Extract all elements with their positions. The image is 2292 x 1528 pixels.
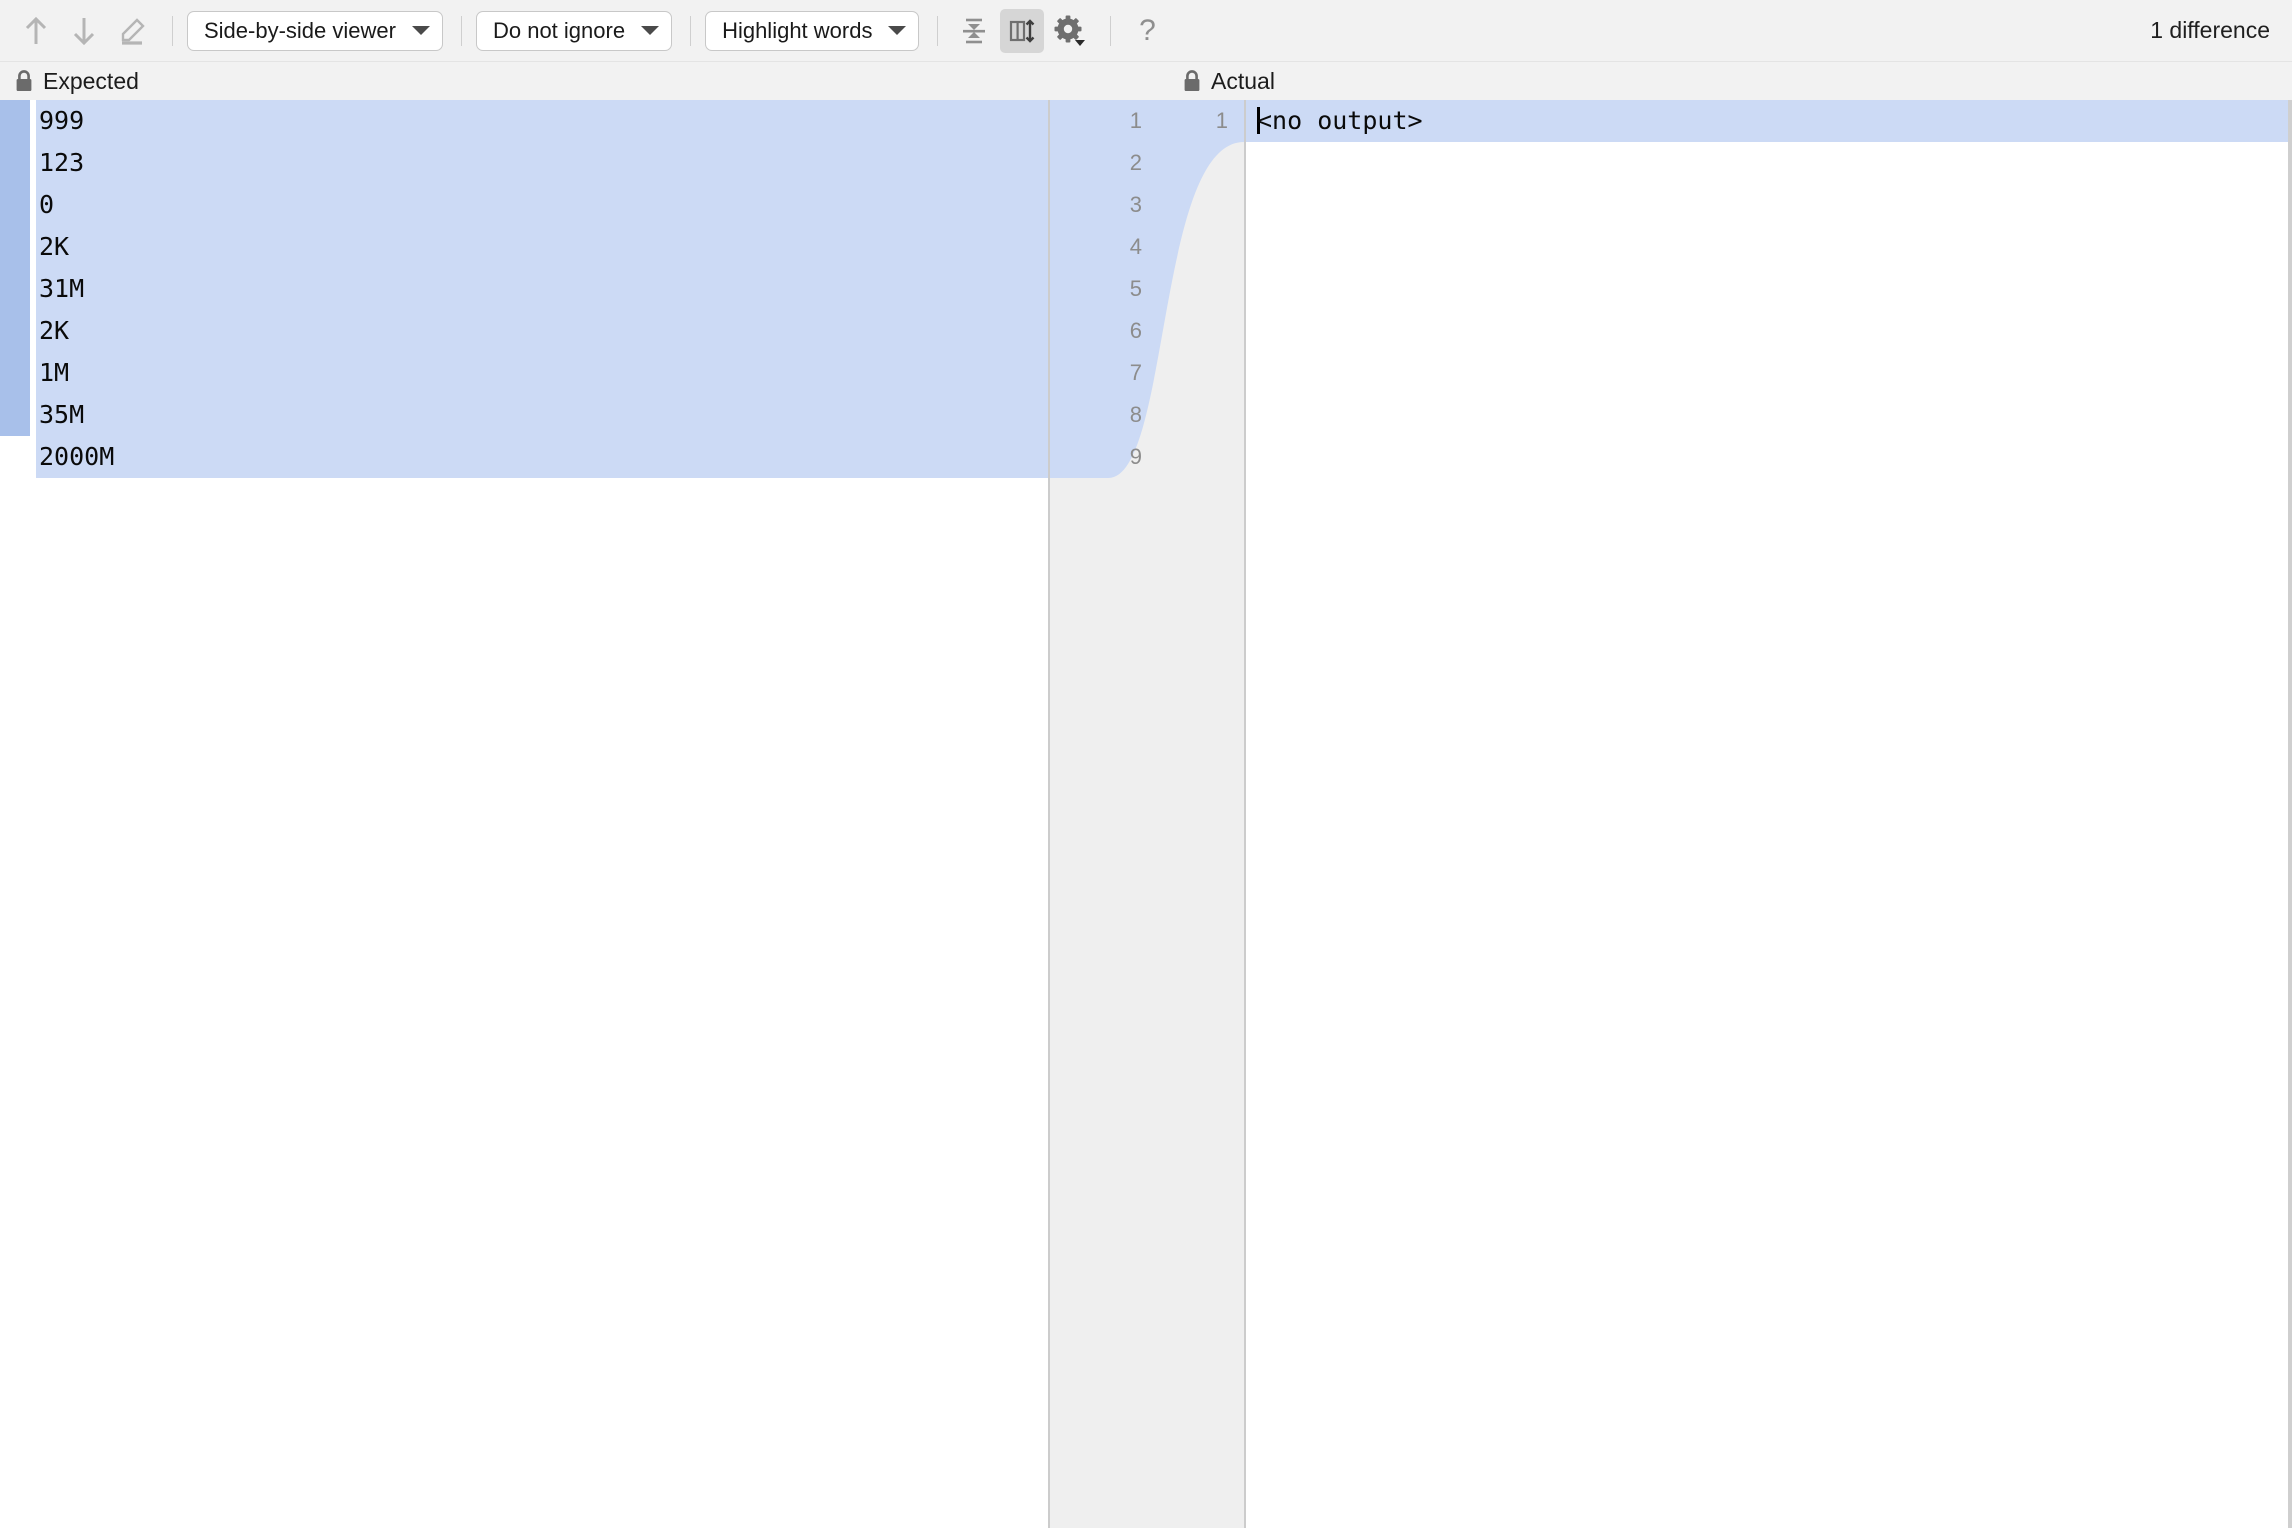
settings-button[interactable] (1048, 9, 1092, 53)
expected-line-number: 5 (1129, 276, 1142, 301)
columns-sync-icon (1010, 18, 1035, 43)
toolbar-separator-2 (460, 15, 462, 46)
expected-line-number: 2 (1129, 150, 1142, 175)
collapse-unchanged-button[interactable] (952, 9, 996, 53)
expected-code-lines: 999 123 0 2K 31M 2K 1M 35M 2000M (36, 100, 1048, 478)
ignore-mode-label: Do not ignore (492, 17, 626, 43)
toolbar-separator-4 (937, 15, 939, 46)
actual-line-numbers: 1 (1168, 100, 1228, 142)
vertical-scrollbar[interactable] (2288, 100, 2292, 1528)
lock-icon (16, 70, 32, 91)
actual-code-line-text: <no output> (1257, 106, 1423, 135)
expected-pane-title: Expected (14, 62, 139, 100)
expected-line-number: 8 (1129, 402, 1142, 427)
actual-pane-title: Actual (1182, 62, 1275, 100)
expected-line-number: 3 (1129, 192, 1142, 217)
chevron-down-icon (888, 26, 907, 35)
expected-code-line: 35M (39, 400, 85, 429)
difference-count-label: 1 difference (2150, 17, 2270, 43)
expected-code-line: 31M (39, 274, 85, 303)
actual-pane-title-text: Actual (1211, 67, 1275, 94)
expected-line-numbers: 1 2 3 4 5 6 7 8 9 (1082, 100, 1142, 478)
toolbar-separator-3 (690, 15, 692, 46)
collapse-unchanged-icon (963, 18, 986, 43)
diff-divider[interactable]: 1 2 3 4 5 6 7 8 9 1 (1048, 100, 1246, 1528)
highlight-mode-label: Highlight words (722, 17, 873, 43)
expected-code-line: 2000M (39, 442, 115, 471)
question-mark-icon: ? (1139, 13, 1156, 47)
pane-headers: Expected Actual (0, 62, 2292, 100)
expected-line-number: 9 (1129, 444, 1142, 469)
expected-line-number: 4 (1129, 234, 1142, 259)
help-button[interactable]: ? (1125, 9, 1169, 53)
next-difference-button[interactable] (62, 9, 106, 53)
expected-line-number: 7 (1129, 360, 1142, 385)
actual-code-lines: <no output> (1254, 100, 2292, 142)
toolbar-separator-5 (1110, 15, 1112, 46)
diff-toolbar: Side-by-side viewer Do not ignore Highli… (0, 0, 2292, 62)
expected-code-line: 2K (39, 316, 70, 345)
expected-diff-gutter-stripe (0, 100, 30, 436)
expected-code-line: 123 (39, 148, 85, 177)
arrow-down-icon (73, 17, 95, 45)
chevron-down-icon (411, 26, 430, 35)
expected-code-line: 1M (39, 358, 70, 387)
expected-code-line: 2K (39, 232, 70, 261)
highlight-mode-select[interactable]: Highlight words (705, 10, 920, 51)
previous-difference-button[interactable] (14, 9, 58, 53)
expected-editor[interactable]: 999 123 0 2K 31M 2K 1M 35M 2000M (0, 100, 1048, 1528)
gear-dropdown-icon (1054, 15, 1086, 46)
expected-line-number: 1 (1129, 108, 1142, 133)
edit-source-button[interactable] (110, 9, 154, 53)
actual-code-line: <no output> (1254, 100, 2292, 142)
expected-pane-title-text: Expected (43, 67, 139, 94)
viewer-mode-select[interactable]: Side-by-side viewer (187, 10, 443, 51)
pencil-icon (121, 17, 145, 45)
ignore-mode-select[interactable]: Do not ignore (475, 10, 673, 51)
chevron-down-icon (641, 26, 660, 35)
expected-code-line: 999 (39, 106, 85, 135)
viewer-mode-label: Side-by-side viewer (204, 17, 396, 43)
actual-line-number: 1 (1215, 108, 1228, 133)
lock-icon (1184, 70, 1200, 91)
toolbar-separator-1 (172, 15, 173, 46)
diff-connector-shape (1050, 100, 1244, 478)
diff-editor-area: 999 123 0 2K 31M 2K 1M 35M 2000M 123456789 1 <no… (0, 100, 2292, 1528)
synchronize-scroll-button[interactable] (1000, 8, 1045, 53)
expected-code-line: 0 (39, 190, 55, 219)
arrow-up-icon (25, 16, 47, 44)
expected-line-number: 6 (1129, 318, 1142, 343)
actual-editor[interactable]: <no output> (1246, 100, 2292, 1528)
